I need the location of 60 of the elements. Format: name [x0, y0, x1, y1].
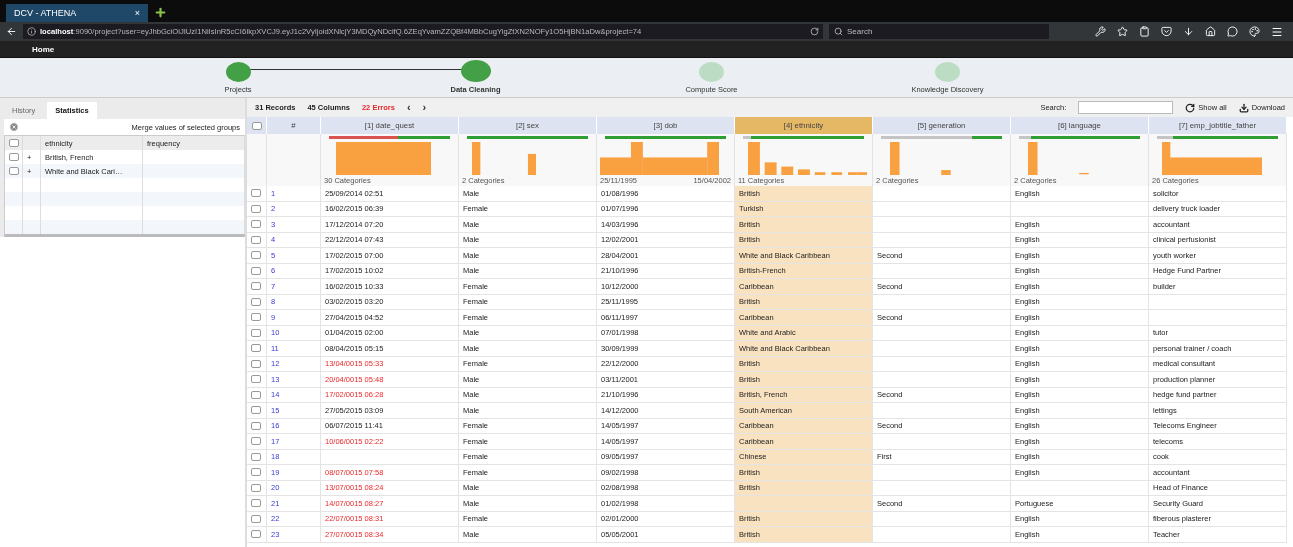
row-checkbox[interactable] — [251, 297, 261, 306]
table-cell — [23, 192, 41, 206]
row-checkbox[interactable] — [251, 344, 261, 353]
row-checkbox[interactable] — [251, 266, 261, 275]
row-checkbox[interactable] — [251, 189, 261, 198]
pocket-icon[interactable] — [1161, 26, 1172, 37]
row-checkbox[interactable] — [251, 406, 261, 415]
row-checkbox[interactable] — [251, 499, 261, 508]
palette-icon[interactable] — [1249, 26, 1260, 37]
reload-icon[interactable] — [810, 27, 819, 36]
previous-button[interactable]: ‹ — [406, 102, 411, 113]
clear-icon[interactable] — [9, 122, 19, 132]
row-checkbox[interactable] — [251, 530, 261, 539]
table-cell — [23, 220, 41, 234]
row-checkbox[interactable] — [251, 220, 261, 229]
row-checkbox[interactable] — [251, 421, 261, 430]
home-icon[interactable] — [1205, 26, 1216, 37]
row-checkbox[interactable] — [251, 359, 261, 368]
row-checkbox[interactable] — [251, 390, 261, 399]
step-circle[interactable] — [225, 62, 251, 82]
checkbox[interactable] — [9, 167, 19, 175]
close-tab-button[interactable]: × — [134, 8, 140, 18]
row-checkbox[interactable] — [251, 375, 261, 384]
browser-tab[interactable]: DCV - ATHENA × — [6, 4, 148, 22]
back-icon[interactable] — [6, 26, 17, 37]
next-button[interactable]: › — [422, 102, 427, 113]
row-checkbox[interactable] — [251, 328, 261, 337]
wrench-icon[interactable] — [1095, 26, 1106, 37]
download-icon — [1238, 102, 1249, 113]
menu-icon[interactable] — [1271, 25, 1283, 38]
checkbox[interactable] — [9, 139, 19, 147]
row-checkbox[interactable] — [251, 313, 261, 322]
step-circle[interactable] — [460, 60, 491, 82]
row-checkbox[interactable] — [251, 514, 261, 523]
row-checkbox[interactable] — [251, 468, 261, 477]
row-checkbox[interactable] — [251, 235, 261, 244]
tab-title: DCV - ATHENA — [14, 8, 77, 18]
histogram-drawing — [471, 142, 536, 175]
info-icon[interactable] — [27, 27, 36, 36]
refresh-icon — [1185, 102, 1196, 113]
search-icon — [834, 27, 843, 36]
row-checkbox[interactable] — [251, 282, 261, 291]
search-input[interactable]: Search — [847, 27, 1037, 36]
new-tab-icon[interactable] — [154, 6, 167, 19]
chat-icon[interactable] — [1227, 26, 1238, 37]
star-icon[interactable] — [1117, 26, 1128, 37]
checkbox[interactable] — [9, 153, 19, 161]
download-icon[interactable] — [1183, 26, 1194, 37]
row-checkbox[interactable] — [251, 204, 261, 213]
row-checkbox[interactable] — [251, 437, 261, 446]
clipboard-icon[interactable] — [1139, 26, 1150, 37]
search-field[interactable]: Search — [829, 24, 1049, 39]
select-all-checkbox[interactable] — [251, 121, 262, 130]
table-search-field[interactable] — [1078, 101, 1174, 114]
histogram-drawing — [890, 142, 951, 175]
row-checkbox[interactable] — [251, 483, 261, 492]
histogram-drawing — [1028, 142, 1089, 175]
nav-link[interactable]: Home — [32, 44, 55, 54]
row-checkbox[interactable] — [251, 251, 261, 260]
row-checkbox[interactable] — [251, 452, 261, 461]
